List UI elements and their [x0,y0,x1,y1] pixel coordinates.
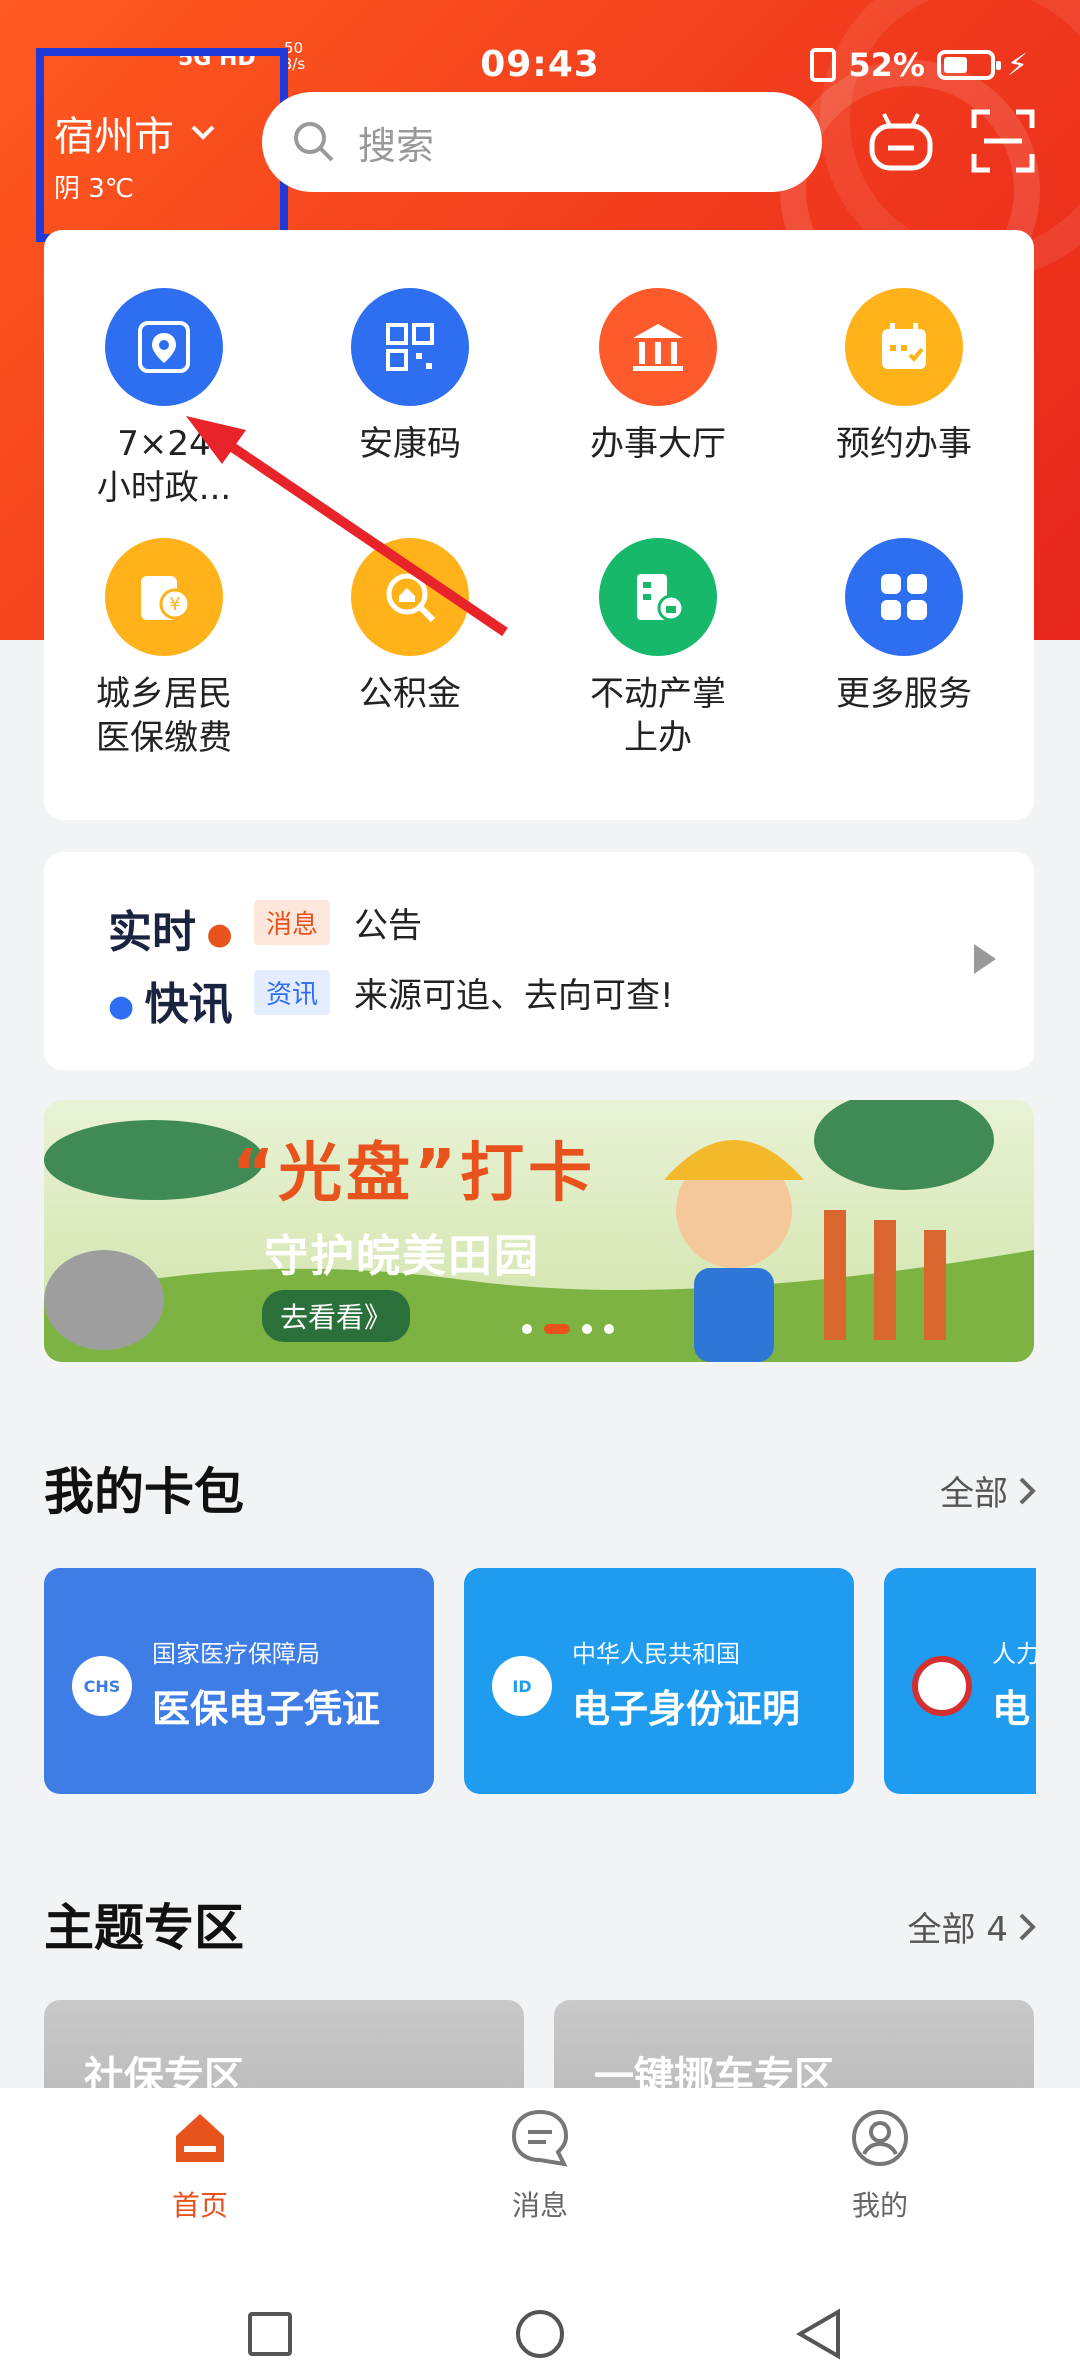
charging-icon: ⚡ [1006,47,1028,83]
calendar-icon [845,288,963,406]
card-name: 电 [992,1687,1031,1731]
service-label: 办事大厅 [590,424,726,464]
home-circle-icon[interactable] [514,2308,566,2360]
theme-name: 一键挪车专区 [594,2054,834,2090]
news-ticker[interactable]: 实时 ● ● 快讯 消息 公告 资讯 来源可追、去向可查! [44,852,1034,1070]
emblem-icon [912,1656,972,1716]
theme-move-car[interactable]: 一键挪车专区 [554,2000,1034,2090]
news-tag: 消息 [254,900,331,945]
weather-text: 阴 3℃ [54,174,135,204]
back-icon[interactable] [794,2308,844,2360]
yuan-card-icon: ¥ [105,538,223,656]
service-real-estate[interactable]: 不动产掌 上办 [538,538,778,760]
news-text: 公告 [354,906,423,946]
card-org: 国家医疗保障局 [152,1640,320,1668]
banner-button[interactable]: 去看看》 [262,1290,411,1342]
building-icon [599,288,717,406]
home-icon [176,2114,224,2162]
service-label: 不动产掌 上办 [590,674,726,758]
services-card: 7×24 小时政... 安康码 办事大厅 预约办事 ¥ 城乡居民 医保缴费 公积金 [44,230,1034,820]
promo-banner[interactable]: “光盘”打卡 守护皖美田园 去看看》 [44,1100,1034,1362]
service-ankang-code[interactable]: 安康码 [290,288,530,466]
play-icon[interactable] [974,944,996,974]
card-org: 中华人民共和国 [572,1640,740,1668]
robot-assistant-icon[interactable] [866,108,936,178]
card-hr[interactable]: 人力 电 [884,1568,1036,1794]
service-more[interactable]: 更多服务 [784,538,1024,716]
wallet-more-link[interactable]: 全部 [940,1466,1036,1515]
search-icon [294,122,334,162]
fund-search-icon [351,538,469,656]
service-housing-fund[interactable]: 公积金 [290,538,530,716]
banner-pagination [522,1324,614,1334]
grid-icon [845,538,963,656]
news-brand: 实时 ● ● 快讯 [108,907,233,1030]
news-item[interactable]: 资讯 来源可追、去向可查! [254,968,674,1017]
card-name: 医保电子凭证 [152,1687,381,1731]
banner-title: “光盘”打卡 [232,1137,597,1211]
nav-profile[interactable]: 我的 [780,2108,980,2224]
chevron-right-icon [1019,1913,1036,1940]
city-selector[interactable]: 宿州市 阴 3℃ [36,48,288,242]
svg-text:¥: ¥ [169,594,180,615]
battery-percent: 52% [848,46,925,84]
card-id[interactable]: ID 中华人民共和国 电子身份证明 [464,1568,854,1794]
nav-label: 首页 [171,2189,228,2222]
theme-social-security[interactable]: 社保专区 [44,2000,524,2090]
vibrate-icon [810,48,837,82]
card-org: 人力 [992,1640,1036,1668]
nav-messages[interactable]: 消息 [440,2108,640,2224]
search-placeholder: 搜索 [358,123,435,168]
news-tag: 资讯 [254,970,331,1015]
service-appointment[interactable]: 预约办事 [784,288,1024,466]
chevron-down-icon [191,125,215,140]
system-navigation-bar [0,2270,1080,2376]
battery-icon [936,50,1001,80]
service-hall[interactable]: 办事大厅 [538,288,778,466]
service-medical-insurance[interactable]: ¥ 城乡居民 医保缴费 [44,538,284,760]
service-label: 城乡居民 医保缴费 [96,674,232,758]
card-medical[interactable]: CHS 国家医疗保障局 医保电子凭证 [44,1568,434,1794]
chevron-right-icon [1019,1477,1036,1504]
nav-home[interactable]: 首页 [100,2108,300,2224]
service-label: 更多服务 [836,674,972,714]
news-text: 来源可追、去向可查! [354,976,674,1016]
property-icon [599,538,717,656]
scan-icon[interactable] [970,108,1036,174]
news-item[interactable]: 消息 公告 [254,898,422,947]
search-input[interactable]: 搜索 [262,92,822,192]
message-icon [511,2109,569,2167]
qr-code-icon [351,288,469,406]
service-7x24-gov[interactable]: 7×24 小时政... [44,288,284,510]
bottom-navigation: 首页 消息 我的 [0,2088,1080,2270]
card-name: 电子身份证明 [572,1687,801,1731]
recent-apps-icon[interactable] [246,2310,294,2358]
wallet-cards: CHS 国家医疗保障局 医保电子凭证 ID 中华人民共和国 电子身份证明 人力 … [44,1568,1036,1794]
city-name: 宿州市 [54,114,174,160]
id-card-icon: ID [492,1656,552,1716]
wallet-title: 我的卡包 [44,1463,244,1521]
service-label: 安康码 [359,424,461,464]
service-label: 公积金 [359,674,461,714]
service-label: 预约办事 [836,424,972,464]
nav-label: 我的 [851,2189,908,2222]
map-pin-icon [105,288,223,406]
themes-title: 主题专区 [44,1899,244,1957]
chs-logo-icon: CHS [72,1656,132,1716]
banner-subtitle: 守护皖美田园 [264,1231,540,1282]
themes-more-link[interactable]: 全部 4 [908,1902,1036,1951]
theme-name: 社保专区 [84,2054,244,2090]
service-label: 7×24 小时政... [96,424,232,508]
user-icon [852,2110,908,2166]
nav-label: 消息 [511,2189,568,2222]
